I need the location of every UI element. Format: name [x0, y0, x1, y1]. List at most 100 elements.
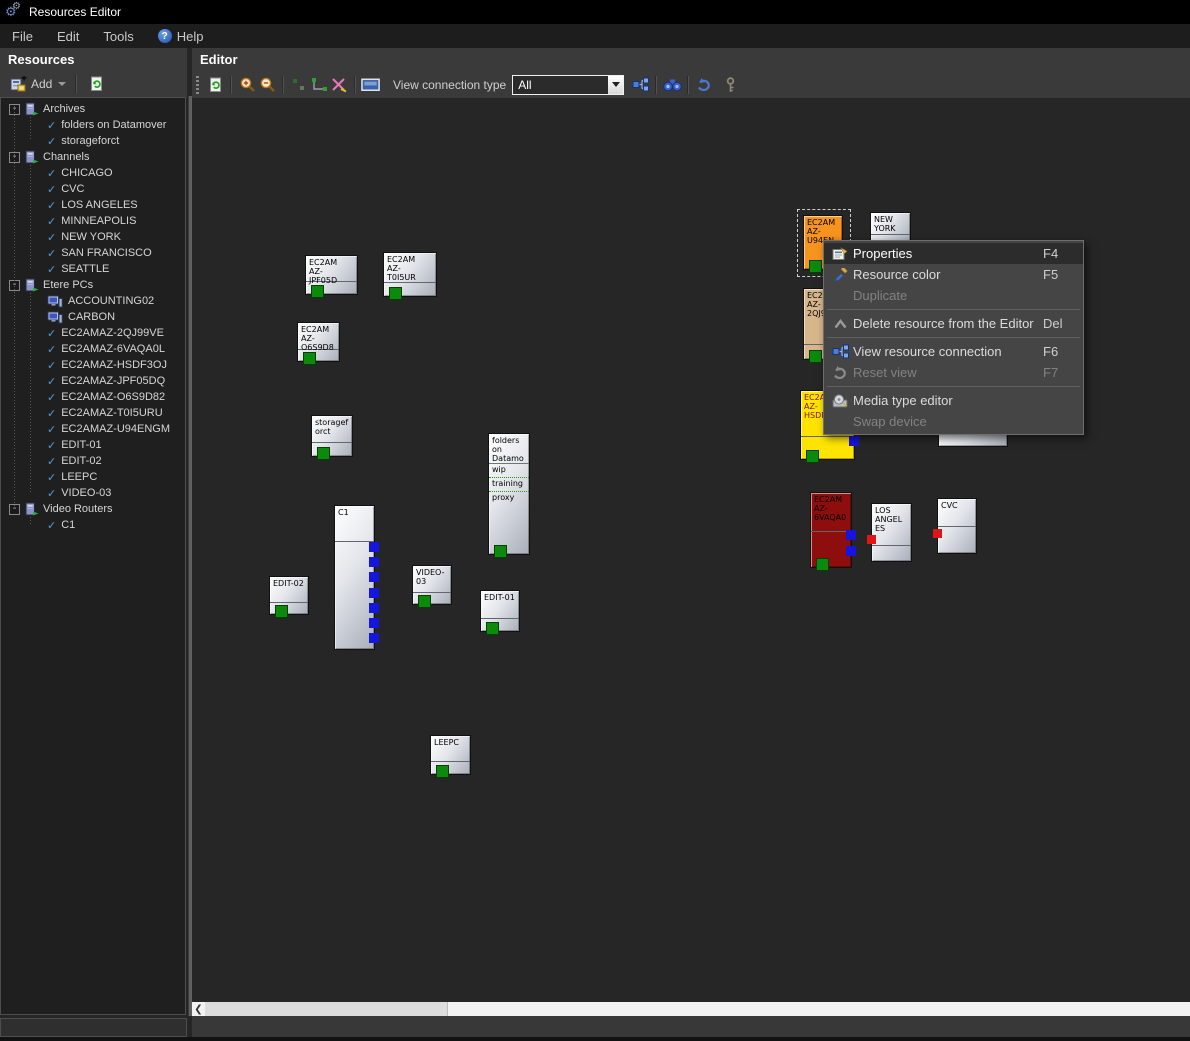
find-button[interactable]: [662, 75, 682, 95]
tree-group-etere-pcs[interactable]: -Etere PCs: [1, 277, 185, 293]
menu-file[interactable]: File: [0, 24, 45, 48]
tree-item-c1[interactable]: ✓C1: [1, 517, 185, 533]
input-connector[interactable]: [867, 535, 876, 544]
toolbar-separator: [230, 76, 232, 94]
output-connector[interactable]: [369, 557, 379, 567]
add-dropdown-arrow[interactable]: [58, 82, 66, 86]
resource-node-ec2amaz-t0i5uru[interactable]: EC2AMAZ-T0I5UR: [383, 252, 437, 297]
output-connector[interactable]: [849, 436, 859, 446]
status-green-marker: [436, 765, 449, 778]
menu-help[interactable]: ?Help: [146, 24, 216, 48]
screen-view-button[interactable]: [361, 75, 381, 95]
scroll-left-arrow[interactable]: ❮: [192, 1002, 205, 1016]
output-connector[interactable]: [369, 618, 379, 628]
tree-item-san-francisco[interactable]: ✓SAN FRANCISCO: [1, 245, 185, 261]
zoom-out-button[interactable]: [257, 75, 277, 95]
refresh-editor-button[interactable]: [205, 75, 225, 95]
tree-item-edit-02[interactable]: ✓EDIT-02: [1, 453, 185, 469]
input-connector[interactable]: [933, 529, 942, 538]
tree-group-video-routers[interactable]: -Video Routers: [1, 501, 185, 517]
tree-item-carbon[interactable]: CARBON: [1, 309, 185, 325]
node-label: EC2AMAZ-6VAQA0: [811, 493, 851, 522]
add-button[interactable]: Add: [4, 71, 70, 97]
tree-item-los-angeles[interactable]: ✓LOS ANGELES: [1, 197, 185, 213]
reset-view-button[interactable]: [694, 75, 714, 95]
refresh-icon: [86, 74, 106, 94]
tree-item-ec2amaz-o6s9d82[interactable]: ✓EC2AMAZ-O6S9D82: [1, 389, 185, 405]
context-menu-item-delete-resource-from-the-editor[interactable]: Delete resource from the EditorDel: [824, 313, 1083, 334]
tree-item-ec2amaz-hsdf3oj[interactable]: ✓EC2AMAZ-HSDF3OJ: [1, 357, 185, 373]
output-connector[interactable]: [369, 588, 379, 598]
resource-node-new-york[interactable]: NEWYORK: [870, 212, 911, 242]
context-menu-item-properties[interactable]: PropertiesF4: [824, 243, 1083, 264]
resource-node-c1[interactable]: C1: [334, 505, 375, 650]
combo-dropdown-button[interactable]: [608, 76, 623, 94]
tree-group-archives[interactable]: -Archives: [1, 101, 185, 117]
status-green-marker: [486, 622, 499, 635]
context-menu-item-resource-color[interactable]: Resource colorF5: [824, 264, 1083, 285]
toolbar-separator: [687, 76, 689, 94]
tree-item-label: CVC: [61, 183, 84, 195]
tree-item-ec2amaz-jpf05dq[interactable]: ✓EC2AMAZ-JPF05DQ: [1, 373, 185, 389]
tree-group-label: Channels: [43, 151, 89, 163]
tree-item-folders-on-datamover[interactable]: ✓folders on Datamover: [1, 117, 185, 133]
output-connector[interactable]: [369, 572, 379, 582]
refresh-tree-button[interactable]: [82, 71, 110, 97]
resource-node-leepc[interactable]: LEEPC: [430, 735, 471, 775]
resource-node-cvc[interactable]: CVC: [937, 498, 977, 554]
tree-group-channels[interactable]: -Channels: [1, 149, 185, 165]
resource-node-folders-on-datamover[interactable]: foldersonDatamowiptrainingproxy: [488, 433, 530, 555]
tree-item-chicago[interactable]: ✓CHICAGO: [1, 165, 185, 181]
tree-item-ec2amaz-t0i5uru[interactable]: ✓EC2AMAZ-T0I5URU: [1, 405, 185, 421]
title-bar: ⚙⚙ Resources Editor: [0, 0, 1190, 24]
context-menu-label: Media type editor: [853, 393, 1043, 408]
menu-tools[interactable]: Tools: [91, 24, 145, 48]
tree-item-video-03[interactable]: ✓VIDEO-03: [1, 485, 185, 501]
tree-item-storageforct[interactable]: ✓storageforct: [1, 133, 185, 149]
scrollbar-thumb[interactable]: [205, 1002, 448, 1016]
context-menu-item-view-resource-connection[interactable]: View resource connectionF6: [824, 341, 1083, 362]
menu-label: Edit: [57, 29, 79, 44]
link-points-button[interactable]: [289, 75, 309, 95]
output-connector[interactable]: [369, 633, 379, 643]
menu-edit[interactable]: Edit: [45, 24, 91, 48]
resource-node-ec2amaz-6vaqa0l[interactable]: EC2AMAZ-6VAQA0: [810, 492, 852, 568]
tree-item-leepc[interactable]: ✓LEEPC: [1, 469, 185, 485]
resource-node-ec2amaz-jpf05dq[interactable]: EC2AMAZ-JPF05D: [305, 255, 358, 295]
output-connector[interactable]: [846, 530, 856, 540]
resource-node-edit-01[interactable]: EDIT-01: [480, 590, 520, 632]
tree-item-seattle[interactable]: ✓SEATTLE: [1, 261, 185, 277]
horizontal-scrollbar[interactable]: ❮: [192, 1002, 1190, 1016]
node-divider: [938, 526, 976, 527]
resource-node-storageforct[interactable]: storageforct: [311, 415, 353, 457]
tree-item-accounting02[interactable]: ACCOUNTING02: [1, 293, 185, 309]
resources-tree-panel: -Archives✓folders on Datamover✓storagefo…: [0, 97, 186, 1015]
cut-connection-button[interactable]: [329, 75, 349, 95]
tree-item-new-york[interactable]: ✓NEW YORK: [1, 229, 185, 245]
tree-item-cvc[interactable]: ✓CVC: [1, 181, 185, 197]
resource-node-edit-02[interactable]: EDIT-02: [269, 576, 309, 615]
tree-item-ec2amaz-u94engm[interactable]: ✓EC2AMAZ-U94ENGM: [1, 421, 185, 437]
connector-button[interactable]: [309, 75, 329, 95]
output-connector[interactable]: [369, 542, 379, 552]
tree-item-ec2amaz-6vaqa0l[interactable]: ✓EC2AMAZ-6VAQA0L: [1, 341, 185, 357]
output-connector[interactable]: [846, 546, 856, 556]
resource-node-ec2amaz-o6s9d82[interactable]: EC2AMAZ-O6S9D8: [297, 322, 340, 362]
key-button[interactable]: [720, 75, 740, 95]
node-label: C1: [335, 506, 374, 517]
resource-node-video-03[interactable]: VIDEO-03: [412, 565, 452, 605]
resource-node-los-angeles[interactable]: LOSANGELES: [871, 503, 912, 562]
connection-type-select[interactable]: All: [512, 75, 624, 95]
toolbar-grip[interactable]: [196, 76, 199, 94]
output-connector[interactable]: [369, 603, 379, 613]
tree-children: ✓CHICAGO✓CVC✓LOS ANGELES✓MINNEAPOLIS✓NEW…: [1, 165, 185, 277]
tree-item-minneapolis[interactable]: ✓MINNEAPOLIS: [1, 213, 185, 229]
context-menu-item-media-type-editor[interactable]: Media type editor: [824, 390, 1083, 411]
status-green-marker: [809, 260, 822, 273]
tree-item-label: LOS ANGELES: [61, 199, 137, 211]
view-resource-connection-button[interactable]: [630, 75, 650, 95]
tree-item-edit-01[interactable]: ✓EDIT-01: [1, 437, 185, 453]
tree-item-ec2amaz-2qj99ve[interactable]: ✓EC2AMAZ-2QJ99VE: [1, 325, 185, 341]
zoom-in-button[interactable]: [237, 75, 257, 95]
view-connection-type-label: View connection type: [393, 78, 506, 92]
